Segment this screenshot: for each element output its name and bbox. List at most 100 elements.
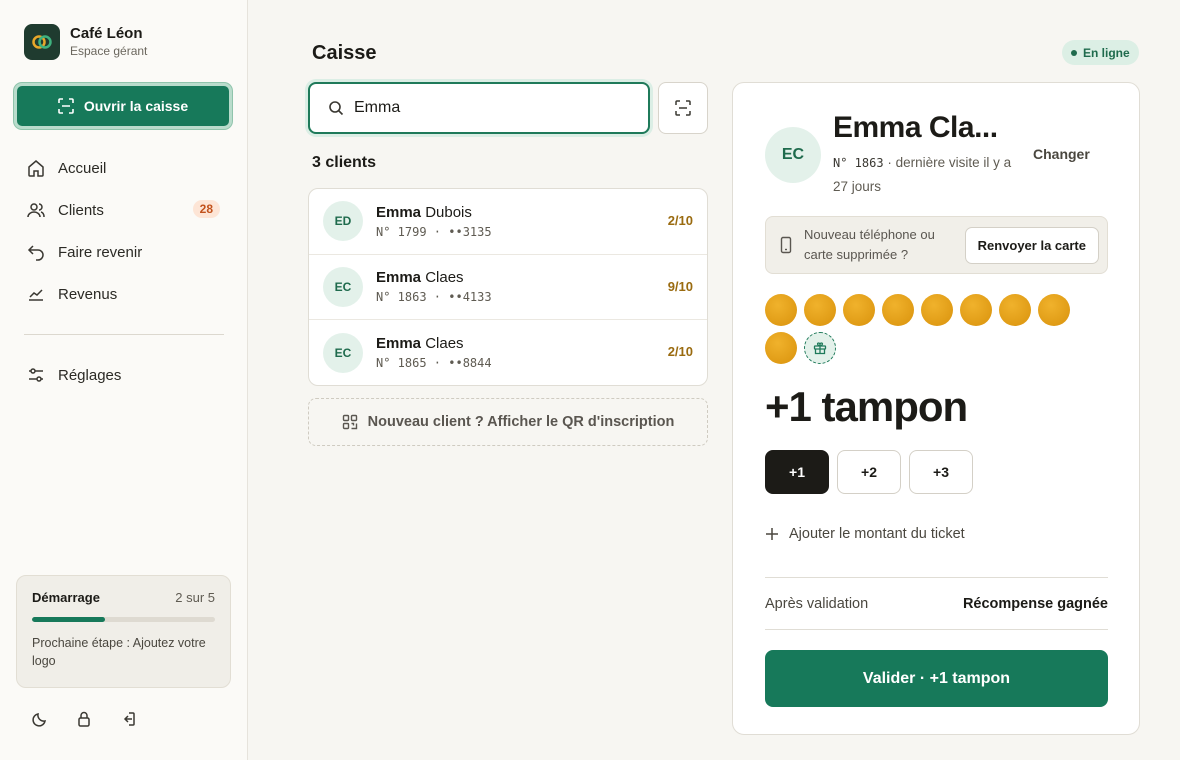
results-count: 3 clients — [312, 154, 377, 171]
sidebar-item-clients[interactable]: Clients 28 — [16, 189, 232, 231]
users-icon — [27, 203, 45, 218]
gift-icon — [804, 332, 836, 364]
stamp-filled — [765, 332, 797, 364]
qr-code-icon — [342, 414, 357, 430]
after-validation-label: Après validation — [765, 595, 869, 612]
onboarding-card[interactable]: Démarrage 2 sur 5 Prochaine étape : Ajou… — [16, 575, 231, 688]
sidebar-item-faire-revenir[interactable]: Faire revenir — [16, 231, 232, 273]
sidebar-item-label: Clients — [58, 201, 104, 219]
client-row[interactable]: EC Emma Claes N° 1865 · ••8844 2/10 — [309, 320, 707, 385]
trend-chart-icon — [29, 289, 43, 301]
stamp-filled — [921, 294, 953, 326]
client-name: Emma Dubois — [376, 204, 492, 221]
sidebar-item-label: Revenus — [58, 285, 118, 303]
clients-count-badge: 28 — [192, 200, 220, 218]
sidebar-item-accueil[interactable]: Accueil — [16, 147, 232, 189]
after-validation-row: Après validation Récompense gagnée — [765, 577, 1108, 630]
client-last-name: Claes — [421, 335, 464, 353]
stamp-filled — [999, 294, 1031, 326]
resend-card-text: Nouveau téléphone ou carte supprimée ? — [804, 227, 935, 262]
avatar: EC — [323, 332, 363, 373]
client-stamp-score: 2/10 — [667, 344, 693, 359]
sidebar-item-label: Réglages — [58, 366, 122, 384]
client-last-name: Dubois — [421, 203, 472, 221]
stamp-filled — [843, 294, 875, 326]
validate-button[interactable]: Valider · +1 tampon — [765, 650, 1108, 707]
stamp-action-label: +1 tampon — [765, 383, 968, 430]
sidebar-item-revenus[interactable]: Revenus — [16, 273, 232, 315]
stamp-filled — [960, 294, 992, 326]
quantity-button-2[interactable]: +2 — [837, 450, 901, 494]
stamp-card — [765, 294, 1085, 370]
add-ticket-amount-label: Ajouter le montant du ticket — [789, 526, 965, 542]
moon-icon[interactable] — [30, 709, 50, 729]
client-first-name: Emma — [376, 335, 422, 353]
new-client-label: Nouveau client ? Afficher le QR d'inscri… — [367, 414, 675, 430]
search-icon — [329, 101, 344, 116]
customer-name: Emma Cla... — [833, 111, 998, 144]
search-input[interactable] — [354, 99, 614, 117]
client-list: ED Emma Dubois N° 1799 · ••3135 2/10 EC … — [308, 188, 708, 386]
plus-icon — [766, 528, 778, 540]
sidebar-footer — [30, 709, 138, 729]
resend-card-button[interactable]: Renvoyer la carte — [964, 227, 1099, 264]
quantity-selector: +1 +2 +3 — [765, 450, 973, 494]
stamp-filled — [882, 294, 914, 326]
avatar: EC — [765, 127, 821, 183]
search-box[interactable] — [308, 82, 650, 134]
add-ticket-amount-button[interactable]: Ajouter le montant du ticket — [765, 526, 965, 542]
sliders-icon — [29, 368, 43, 382]
status-dot-icon — [1071, 49, 1077, 56]
quantity-button-1[interactable]: +1 — [765, 450, 829, 494]
client-row[interactable]: EC Emma Claes N° 1863 · ••4133 9/10 — [309, 255, 707, 320]
sidebar-item-label: Faire revenir — [58, 243, 143, 261]
onboarding-progress-bar — [32, 617, 215, 622]
open-register-button[interactable]: Ouvrir la caisse — [14, 83, 232, 129]
client-meta: N° 1863 · ••4133 — [376, 290, 492, 305]
status-label: En ligne — [1083, 45, 1130, 60]
scan-frame-icon — [58, 98, 74, 114]
onboarding-count: 2 sur 5 — [175, 590, 215, 605]
customer-meta: N° 1863 · dernière visite il y a 27 jour… — [833, 151, 1013, 198]
onboarding-next-step: Prochaine étape : Ajoutez votre logo — [32, 636, 206, 668]
after-validation-value: Récompense gagnée — [962, 595, 1108, 612]
home-icon — [28, 160, 44, 177]
sidebar-item-label: Accueil — [58, 159, 107, 177]
open-register-label: Ouvrir la caisse — [83, 98, 189, 114]
sidebar-item-reglages[interactable]: Réglages — [16, 354, 232, 396]
return-arrow-icon — [27, 245, 44, 261]
scan-frame-icon — [675, 100, 691, 116]
main-nav: Accueil Clients 28 Faire revenir Revenus — [16, 147, 232, 315]
client-name: Emma Claes — [376, 335, 492, 352]
client-stamp-score: 2/10 — [667, 213, 693, 228]
client-last-name: Claes — [421, 269, 464, 287]
onboarding-progress-fill — [32, 617, 106, 622]
client-name: Emma Claes — [376, 269, 492, 286]
avatar: ED — [323, 201, 363, 242]
brand-name: Café Léon — [70, 25, 143, 42]
stamp-filled — [1038, 294, 1070, 326]
resend-card-box: Nouveau téléphone ou carte supprimée ? R… — [765, 216, 1108, 274]
scan-button[interactable] — [658, 82, 708, 134]
phone-icon — [780, 236, 792, 254]
client-first-name: Emma — [376, 203, 422, 221]
customer-number: N° 1863 — [833, 156, 884, 170]
client-meta: N° 1865 · ••8844 — [376, 356, 492, 371]
quantity-button-3[interactable]: +3 — [909, 450, 973, 494]
change-customer-button[interactable]: Changer — [1033, 146, 1090, 162]
brand-subtitle: Espace gérant — [70, 44, 148, 58]
nav-divider — [24, 334, 224, 335]
stamp-filled — [804, 294, 836, 326]
onboarding-title: Démarrage — [32, 590, 100, 605]
client-first-name: Emma — [376, 269, 422, 287]
logout-icon[interactable] — [118, 709, 138, 729]
lock-icon[interactable] — [74, 709, 94, 729]
status-badge: En ligne — [1062, 40, 1139, 65]
sidebar: Café Léon Espace gérant Ouvrir la caisse… — [0, 0, 248, 760]
avatar: EC — [323, 266, 363, 307]
client-stamp-score: 9/10 — [667, 278, 693, 294]
customer-panel: EC Emma Cla... N° 1863 · dernière visite… — [732, 82, 1140, 735]
client-row[interactable]: ED Emma Dubois N° 1799 · ••3135 2/10 — [309, 189, 707, 255]
new-client-qr-button[interactable]: Nouveau client ? Afficher le QR d'inscri… — [308, 398, 708, 446]
stamp-filled — [765, 294, 797, 326]
